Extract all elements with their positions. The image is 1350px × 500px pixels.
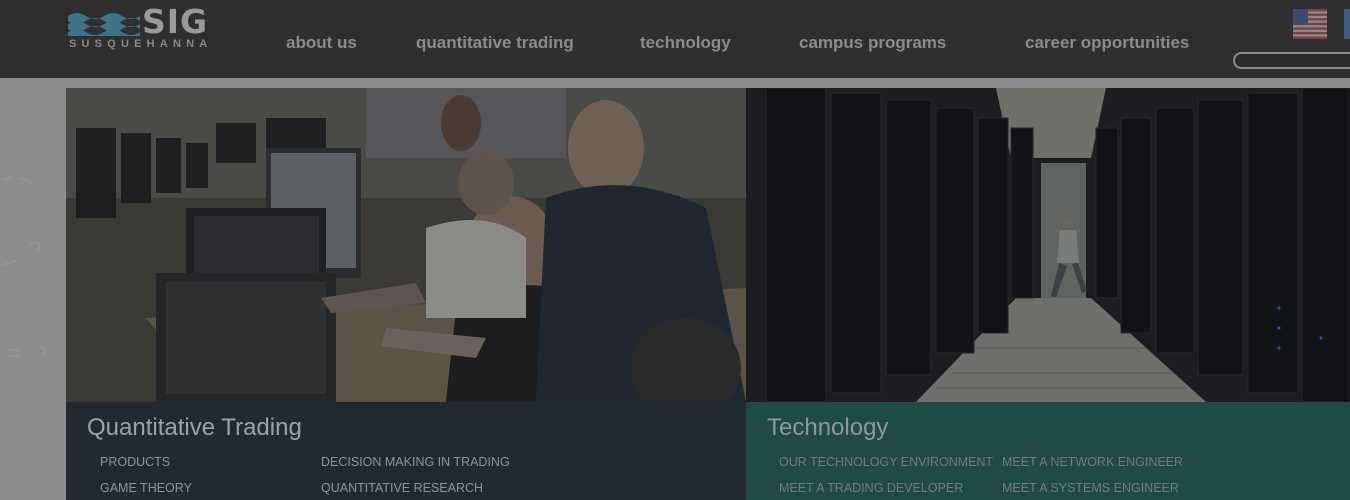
trading-floor-illustration bbox=[66, 88, 746, 402]
waves-logo-icon bbox=[68, 13, 140, 36]
nav-quantitative-trading[interactable]: quantitative trading bbox=[416, 33, 574, 53]
logo-subtitle: SUSQUEHANNA bbox=[69, 38, 213, 50]
search-input[interactable] bbox=[1233, 52, 1350, 69]
background-formula-marks bbox=[1, 176, 46, 357]
link-meet-a-network-engineer[interactable]: MEET A NETWORK ENGINEER bbox=[1002, 455, 1183, 469]
us-flag-icon[interactable] bbox=[1293, 9, 1327, 39]
quantitative-trading-panel: Quantitative Trading PRODUCTS DECISION M… bbox=[66, 402, 746, 500]
sig-logo[interactable]: SIG SUSQUEHANNA bbox=[68, 2, 238, 52]
nav-career-opportunities[interactable]: career opportunities bbox=[1025, 33, 1189, 53]
logo-wordmark: SIG bbox=[142, 2, 209, 41]
nav-campus-programs[interactable]: campus programs bbox=[799, 33, 946, 53]
link-meet-a-trading-developer[interactable]: MEET A TRADING DEVELOPER bbox=[779, 481, 963, 495]
link-our-technology-environment[interactable]: OUR TECHNOLOGY ENVIRONMENT bbox=[779, 455, 993, 469]
nav-about-us[interactable]: about us bbox=[286, 33, 357, 53]
link-game-theory[interactable]: GAME THEORY bbox=[100, 481, 192, 495]
top-navigation-bar: SIG SUSQUEHANNA about us quantitative tr… bbox=[0, 0, 1350, 78]
data-center-photo bbox=[746, 88, 1350, 402]
quantitative-trading-title[interactable]: Quantitative Trading bbox=[87, 414, 302, 442]
technology-panel: Technology OUR TECHNOLOGY ENVIRONMENT ME… bbox=[746, 402, 1350, 500]
link-decision-making-in-trading[interactable]: DECISION MAKING IN TRADING bbox=[321, 455, 510, 469]
secondary-flag-icon[interactable] bbox=[1344, 9, 1350, 39]
data-center-illustration bbox=[746, 88, 1350, 402]
link-meet-a-systems-engineer[interactable]: MEET A SYSTEMS ENGINEER bbox=[1002, 481, 1179, 495]
link-quantitative-research[interactable]: QUANTITATIVE RESEARCH bbox=[321, 481, 483, 495]
link-products[interactable]: PRODUCTS bbox=[100, 455, 170, 469]
nav-technology[interactable]: technology bbox=[640, 33, 731, 53]
trading-floor-photo bbox=[66, 88, 746, 402]
technology-title[interactable]: Technology bbox=[767, 414, 888, 442]
